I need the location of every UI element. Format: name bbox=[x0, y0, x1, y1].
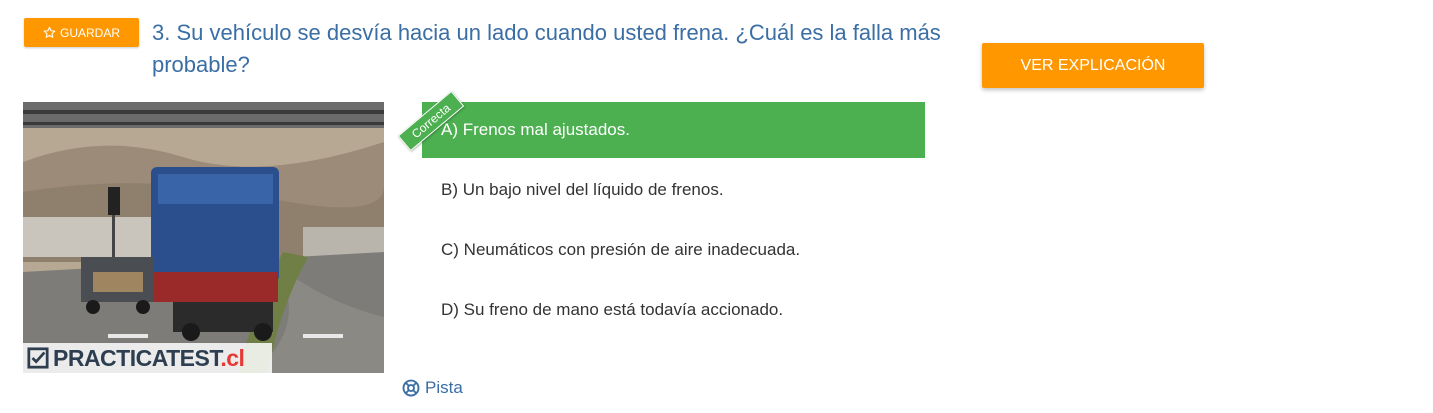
view-explanation-button[interactable]: VER EXPLICACIÓN bbox=[982, 43, 1204, 88]
site-watermark: PRACTICATEST.cl bbox=[23, 343, 272, 373]
question-text: 3. Su vehículo se desvía hacia un lado c… bbox=[152, 20, 941, 77]
answer-option-d[interactable]: D) Su freno de mano está todavía acciona… bbox=[422, 282, 925, 338]
lifebuoy-icon bbox=[402, 379, 420, 397]
question-image: PRACTICATEST.cl bbox=[23, 102, 384, 373]
hint-link[interactable]: Pista bbox=[402, 377, 463, 399]
save-button-label: GUARDAR bbox=[59, 25, 120, 40]
hint-label: Pista bbox=[425, 378, 463, 397]
checkbox-check-icon bbox=[27, 347, 49, 369]
answer-option-a[interactable]: A) Frenos mal ajustados. bbox=[422, 102, 925, 158]
watermark-text: PRACTICATEST.cl bbox=[53, 344, 245, 371]
save-button[interactable]: GUARDAR bbox=[24, 18, 139, 47]
star-outline-icon bbox=[43, 26, 56, 38]
answer-option-b[interactable]: B) Un bajo nivel del líquido de frenos. bbox=[422, 162, 925, 218]
truck-road-photo bbox=[23, 102, 384, 373]
answer-option-c[interactable]: C) Neumáticos con presión de aire inadec… bbox=[422, 222, 925, 278]
answer-list: A) Frenos mal ajustados. B) Un bajo nive… bbox=[422, 102, 925, 342]
